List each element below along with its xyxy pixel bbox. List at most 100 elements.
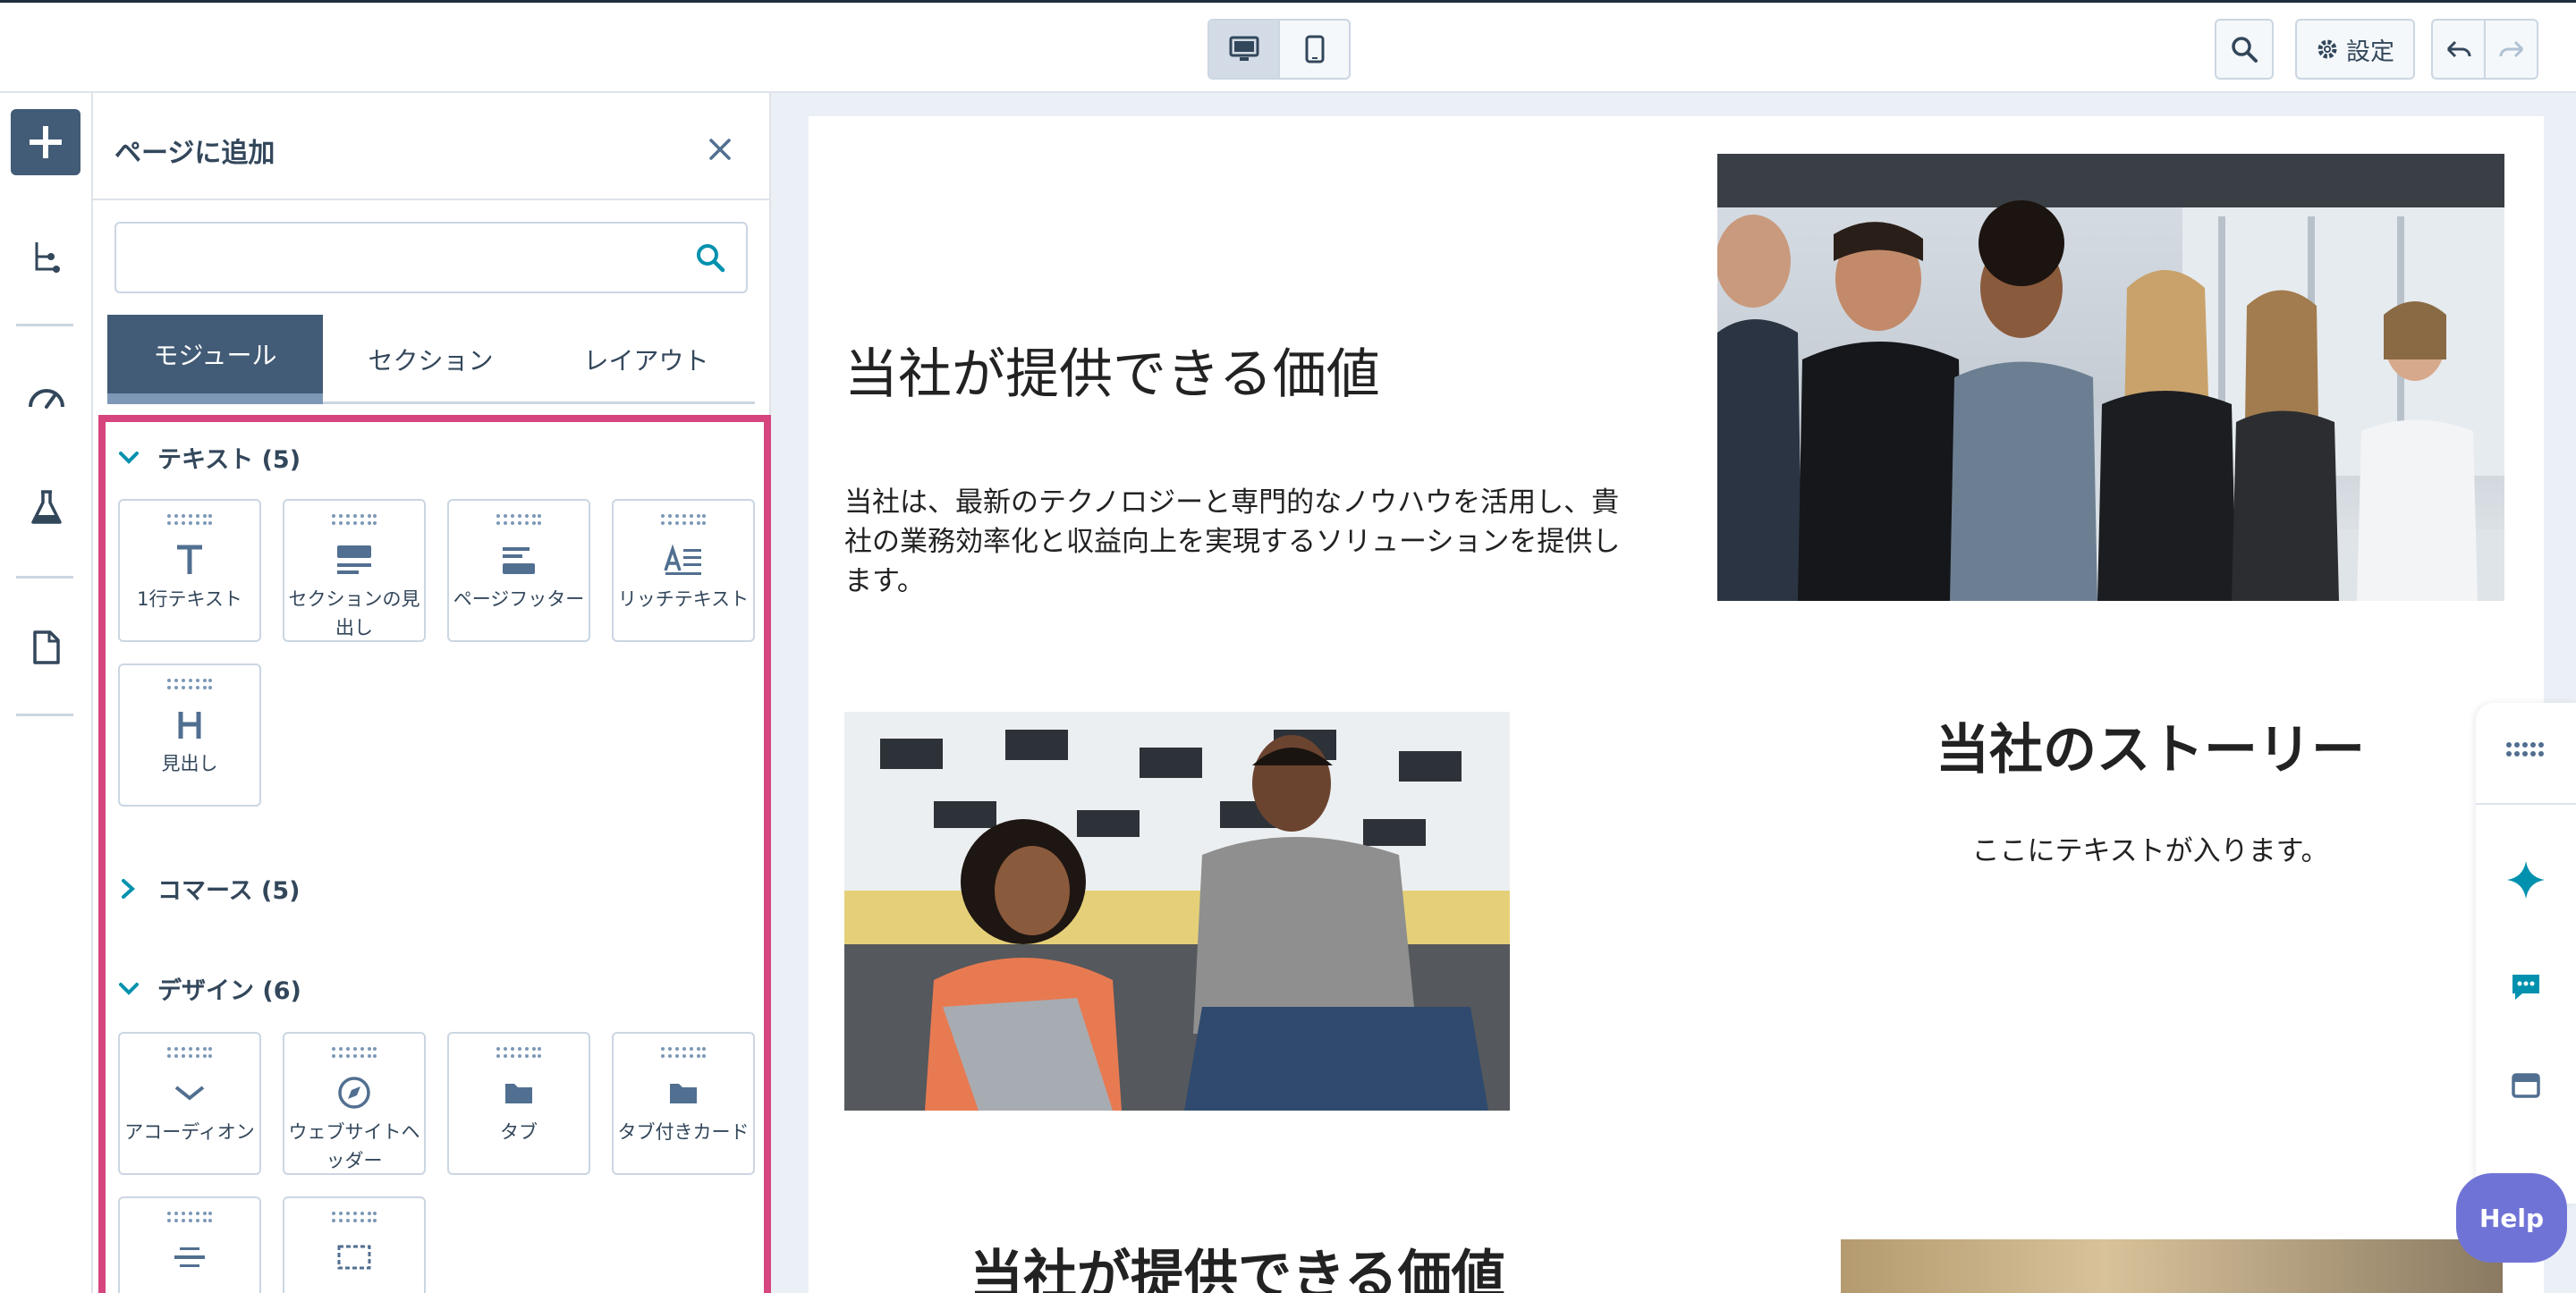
desktop-view-button[interactable] (1209, 21, 1280, 78)
grip-icon (167, 679, 212, 689)
grip-icon (661, 514, 706, 525)
redo-icon (2499, 40, 2523, 58)
panel-divider (93, 199, 769, 200)
grip-icon (167, 514, 212, 525)
value-heading-2[interactable]: 当社が提供できる価値 (970, 1232, 1505, 1293)
panel-tabs: モジュール セクション レイアウト (107, 315, 755, 404)
section-header-icon (329, 537, 379, 583)
module-label: ウェブサイトヘッダー (288, 1121, 420, 1171)
document-icon (33, 630, 60, 664)
panel-icon (2512, 1073, 2540, 1098)
category-design[interactable]: デザイン (6) (118, 971, 301, 1006)
test-button[interactable] (25, 486, 68, 529)
rail-divider (16, 714, 73, 716)
settings-label: 設定 (2346, 38, 2394, 66)
comments-button[interactable] (2501, 962, 2551, 1012)
close-icon (709, 139, 731, 160)
category-label: コマース (5) (157, 877, 301, 905)
module-card-spacer[interactable] (283, 1196, 426, 1293)
folder-icon (494, 1069, 544, 1116)
story-paragraph[interactable]: ここにテキストが入ります。 (1882, 828, 2419, 868)
category-text[interactable]: テキスト (5) (118, 440, 301, 475)
search-button[interactable] (2215, 19, 2274, 80)
rail-divider (16, 576, 73, 579)
left-rail (0, 93, 93, 1293)
undo-icon (2446, 40, 2470, 58)
top-toolbar: 設定 (0, 0, 2576, 93)
device-switcher (1208, 19, 1351, 80)
grip-icon (167, 1047, 212, 1058)
module-card-website-header[interactable]: ウェブサイトヘッダー (283, 1032, 426, 1175)
optimize-button[interactable] (25, 376, 68, 418)
grip-icon (332, 1212, 377, 1222)
module-label: ページフッター (453, 588, 585, 610)
mobile-icon (1305, 35, 1324, 63)
module-card-divider[interactable] (118, 1196, 261, 1293)
add-button[interactable] (11, 109, 80, 175)
grip-icon (332, 1047, 377, 1058)
module-card-accordion[interactable]: アコーディオン (118, 1032, 261, 1175)
module-card-tabbed-card[interactable]: タブ付きカード (612, 1032, 755, 1175)
tree-icon (35, 242, 60, 273)
grip-icon (167, 1212, 212, 1222)
module-label: タブ (500, 1121, 538, 1143)
spacer-icon (329, 1234, 379, 1280)
value-paragraph[interactable]: 当社は、最新のテクノロジーと専門的なノウハウを活用し、貴社の業務効率化と収益向上… (844, 483, 1623, 601)
sparkle-icon (2507, 861, 2545, 899)
comment-icon (2512, 975, 2539, 1000)
help-button[interactable]: Help (2456, 1173, 2567, 1263)
module-card-heading[interactable]: 見出し (118, 663, 261, 807)
module-label: 見出し (161, 753, 218, 774)
drag-handle[interactable] (2501, 724, 2551, 774)
mobile-view-button[interactable] (1280, 21, 1349, 78)
search-icon[interactable] (694, 241, 726, 274)
team-photo[interactable] (1717, 154, 2504, 601)
redo-button[interactable] (2486, 21, 2537, 78)
grip-icon (2506, 742, 2544, 756)
page-settings-button[interactable] (25, 626, 68, 669)
tab-modules[interactable]: モジュール (107, 315, 323, 404)
tab-sections[interactable]: セクション (323, 315, 538, 404)
close-panel-button[interactable] (698, 127, 742, 172)
module-card-page-footer[interactable]: ページフッター (447, 499, 590, 642)
chevron-right-icon (122, 878, 135, 899)
story-heading[interactable]: 当社のストーリー (1882, 706, 2419, 784)
folder-icon (658, 1069, 708, 1116)
gauge-icon (29, 389, 64, 409)
page-footer-icon (494, 537, 544, 583)
team-photo-illustration (1717, 154, 2504, 601)
module-search (114, 222, 748, 293)
module-search-input[interactable] (131, 236, 667, 281)
module-list: テキスト (5) 1行テキスト セクションの見出し ページフッター リッチテキス… (98, 415, 771, 1293)
category-commerce[interactable]: コマース (5) (118, 871, 301, 906)
plus-icon (30, 126, 62, 158)
desktop-icon (1229, 36, 1258, 61)
panel-title: ページに追加 (114, 138, 275, 169)
module-label: 1行テキスト (137, 588, 242, 610)
settings-button[interactable]: 設定 (2295, 19, 2415, 80)
module-card-single-line-text[interactable]: 1行テキスト (118, 499, 261, 642)
undo-button[interactable] (2433, 21, 2486, 78)
module-card-rich-text[interactable]: リッチテキスト (612, 499, 755, 642)
partial-photo[interactable] (1841, 1239, 2503, 1293)
page-editor: 設定 ページに追加 モジュール セクション レイアウト テキスト (5) 1行テ… (0, 0, 2576, 1293)
editor-canvas: 当社が提供できる価値 当社は、最新のテクノロジーと専門的なノウハウを活用し、貴社… (771, 93, 2576, 1293)
grip-icon (332, 514, 377, 525)
compass-icon (329, 1069, 379, 1116)
collaboration-photo[interactable] (844, 712, 1510, 1111)
value-heading[interactable]: 当社が提供できる価値 (844, 331, 1380, 409)
page-preview: 当社が提供できる価値 当社は、最新のテクノロジーと専門的なノウハウを活用し、貴社… (809, 116, 2544, 1293)
preview-panel-button[interactable] (2501, 1061, 2551, 1111)
chevron-down-icon (165, 1069, 215, 1116)
tab-layouts[interactable]: レイアウト (538, 315, 754, 404)
module-card-section-header[interactable]: セクションの見出し (283, 499, 426, 642)
module-label: リッチテキスト (617, 588, 750, 610)
layers-button[interactable] (25, 236, 68, 279)
ai-assistant-button[interactable] (2501, 855, 2551, 905)
rail-divider (16, 324, 73, 326)
grip-icon (661, 1047, 706, 1058)
flask-icon (31, 490, 62, 524)
module-card-tabs[interactable]: タブ (447, 1032, 590, 1175)
chevron-down-icon (119, 982, 139, 995)
category-label: テキスト (5) (157, 446, 301, 474)
